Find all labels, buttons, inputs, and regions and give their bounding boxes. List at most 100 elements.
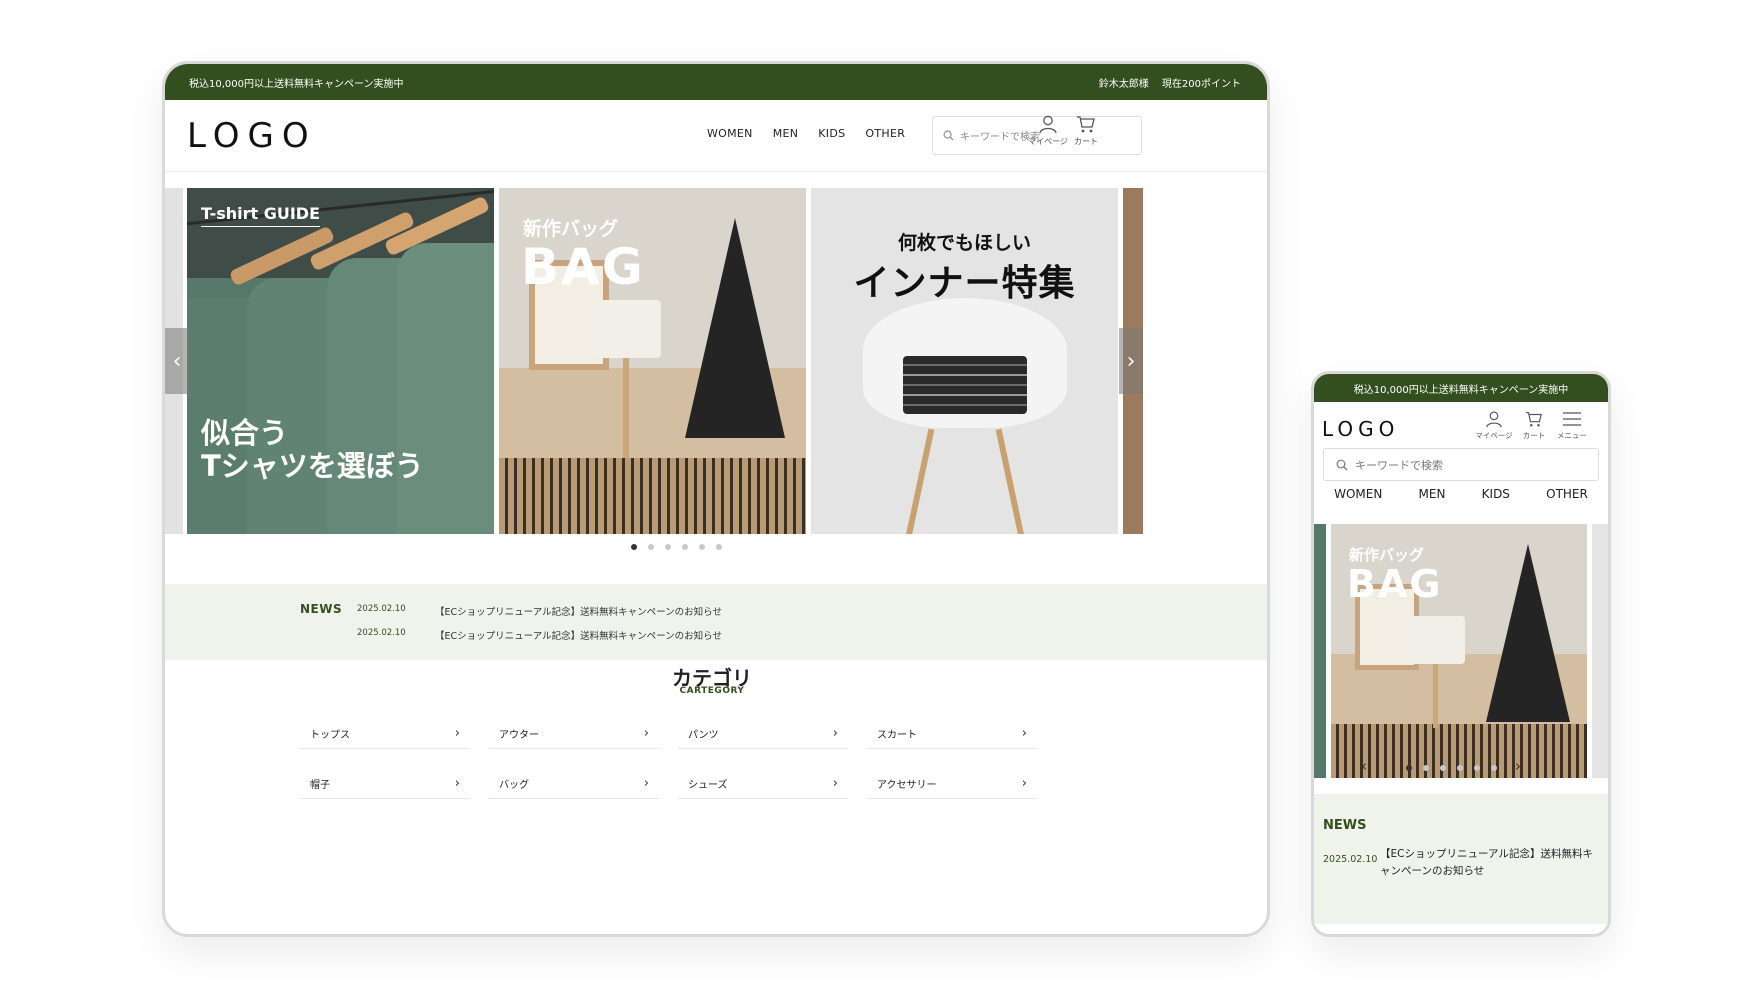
menu-label: メニュー xyxy=(1557,431,1587,440)
news-section: NEWS 2025.02.10 【ECショップリニューアル記念】送料無料キャンペ… xyxy=(165,584,1267,660)
chevron-right-icon: › xyxy=(643,726,649,741)
category-item[interactable]: トップス › xyxy=(300,719,470,749)
campaign-bar: 税込10,000円以上送料無料キャンペーン実施中 鈴木太郎様 現在200ポイント xyxy=(165,64,1267,100)
category-label: トップス xyxy=(310,730,350,741)
clothes-stack xyxy=(903,356,1027,414)
nav-other[interactable]: OTHER xyxy=(1546,487,1588,501)
cart-label: カート xyxy=(1074,137,1098,146)
chevron-right-icon: › xyxy=(1021,726,1027,741)
search-icon xyxy=(943,130,954,141)
news-date: 2025.02.10 xyxy=(357,628,406,638)
mypage-label: マイページ xyxy=(1475,431,1513,440)
slider-dot[interactable] xyxy=(664,544,671,550)
nav-kids[interactable]: KIDS xyxy=(818,127,845,140)
bag-title: BAG xyxy=(521,238,645,296)
category-label: アウター xyxy=(499,730,539,741)
chevron-right-icon: › xyxy=(832,726,838,741)
slider-dot[interactable] xyxy=(681,544,688,550)
category-item[interactable]: アクセサリー › xyxy=(867,769,1037,799)
slider-prev-button[interactable]: ‹ xyxy=(165,328,189,394)
campaign-text: 税込10,000円以上送料無料キャンペーン実施中 xyxy=(1353,384,1569,396)
news-item[interactable]: 2025.02.10 【ECショップリニューアル記念】送料無料キャンペーンのお知… xyxy=(357,604,722,618)
category-item[interactable]: シューズ › xyxy=(678,769,848,799)
nav-women[interactable]: WOMEN xyxy=(707,127,753,140)
category-label: アクセサリー xyxy=(877,780,937,791)
slider-dot[interactable] xyxy=(1405,765,1412,771)
slide-tshirt[interactable]: T-shirt GUIDE 似合う Tシャツを選ぼう xyxy=(187,188,494,534)
category-item[interactable]: バッグ › xyxy=(489,769,659,799)
inner-title: インナー特集 xyxy=(853,263,1076,304)
slider-dot[interactable] xyxy=(1473,765,1480,771)
category-item[interactable]: 帽子 › xyxy=(300,769,470,799)
bag-shape xyxy=(685,218,785,438)
slider-next-button[interactable]: › xyxy=(1119,328,1143,394)
site-logo[interactable]: LOGO xyxy=(1322,417,1399,441)
tshirt-line2: Tシャツを選ぼう xyxy=(201,449,424,483)
slide-bag[interactable]: 新作バッグ BAG xyxy=(1331,524,1587,778)
bag-title: BAG xyxy=(1347,562,1443,606)
slider-dots xyxy=(165,544,1227,550)
category-label: シューズ xyxy=(688,780,728,791)
slide-bag[interactable]: 新作バッグ BAG xyxy=(499,188,806,534)
slide-inner[interactable]: 何枚でもほしい インナー特集 xyxy=(811,188,1118,534)
chair-leg-2 xyxy=(995,428,1025,534)
nav-other[interactable]: OTHER xyxy=(865,127,905,140)
slider-dot[interactable] xyxy=(1456,765,1463,771)
mobile-mockup: 税込10,000円以上送料無料キャンペーン実施中 LOGO マイページ カート … xyxy=(1311,371,1611,937)
campaign-bar: 税込10,000円以上送料無料キャンペーン実施中 xyxy=(1314,374,1608,402)
nav-women[interactable]: WOMEN xyxy=(1334,487,1382,501)
bag-table-grid xyxy=(499,458,806,534)
hamburger-menu-icon xyxy=(1563,412,1581,426)
chevron-right-icon: › xyxy=(643,776,649,791)
bag-sub: 新作バッグ xyxy=(523,218,619,240)
user-points[interactable]: 現在200ポイント xyxy=(1162,79,1241,90)
news-label: NEWS xyxy=(300,602,343,616)
news-date: 2025.02.10 xyxy=(357,604,406,614)
category-grid: トップス › アウター › パンツ › スカート › 帽子 › バッグ › シューズ › アク… xyxy=(300,719,1040,799)
slider-dot[interactable] xyxy=(647,544,654,550)
mypage-label: マイページ xyxy=(1028,137,1068,146)
category-item[interactable]: スカート › xyxy=(867,719,1037,749)
slider-dot[interactable] xyxy=(1490,765,1497,771)
main-nav: WOMEN MEN KIDS OTHER xyxy=(1314,487,1608,501)
campaign-text: 税込10,000円以上送料無料キャンペーン実施中 xyxy=(189,78,404,90)
slider-dot[interactable] xyxy=(698,544,705,550)
search-input[interactable]: キーワードで検索 xyxy=(1323,448,1599,481)
slider-dot[interactable] xyxy=(630,544,637,550)
mypage-button[interactable]: マイページ xyxy=(1472,410,1516,441)
category-item[interactable]: アウター › xyxy=(489,719,659,749)
news-text[interactable]: 【ECショップリニューアル記念】送料無料キャンペーンのお知らせ xyxy=(1380,846,1598,880)
site-logo[interactable]: LOGO xyxy=(187,116,317,156)
site-header: LOGO マイページ カート メニュー xyxy=(1314,402,1608,454)
news-label: NEWS xyxy=(1323,818,1367,833)
hero-slider: T-shirt GUIDE 似合う Tシャツを選ぼう 新作バッグ BAG 何枚で… xyxy=(165,172,1267,562)
slider-dot[interactable] xyxy=(715,544,722,550)
search-placeholder: キーワードで検索 xyxy=(1355,458,1443,472)
news-text: 【ECショップリニューアル記念】送料無料キャンペーンのお知らせ xyxy=(435,631,722,642)
slider-dots xyxy=(1314,765,1598,771)
search-icon xyxy=(1336,459,1348,470)
slider-dot[interactable] xyxy=(1422,765,1429,771)
cart-button[interactable]: カート xyxy=(1064,114,1108,147)
slide-partial-left xyxy=(1314,524,1326,778)
nav-kids[interactable]: KIDS xyxy=(1482,487,1510,501)
main-nav: WOMEN MEN KIDS OTHER xyxy=(707,127,905,140)
chevron-right-icon: › xyxy=(454,776,460,791)
news-date: 2025.02.10 xyxy=(1323,854,1378,865)
menu-button[interactable]: メニュー xyxy=(1550,410,1594,441)
user-icon xyxy=(1486,411,1502,428)
chevron-right-icon: › xyxy=(454,726,460,741)
slider-dot[interactable] xyxy=(1439,765,1446,771)
bag-lamp-shade xyxy=(1407,616,1465,664)
nav-men[interactable]: MEN xyxy=(773,127,799,140)
bag-lamp-stand xyxy=(623,358,629,458)
tshirt-tag: T-shirt GUIDE xyxy=(201,204,320,227)
category-item[interactable]: パンツ › xyxy=(678,719,848,749)
shirt-4 xyxy=(397,243,494,534)
user-name[interactable]: 鈴木太郎様 xyxy=(1099,79,1149,90)
news-item[interactable]: 2025.02.10 【ECショップリニューアル記念】送料無料キャンペーンのお知… xyxy=(357,628,722,642)
nav-men[interactable]: MEN xyxy=(1419,487,1446,501)
slide-partial-right xyxy=(1592,524,1608,778)
cart-icon xyxy=(1525,412,1542,427)
category-label: パンツ xyxy=(688,730,719,741)
